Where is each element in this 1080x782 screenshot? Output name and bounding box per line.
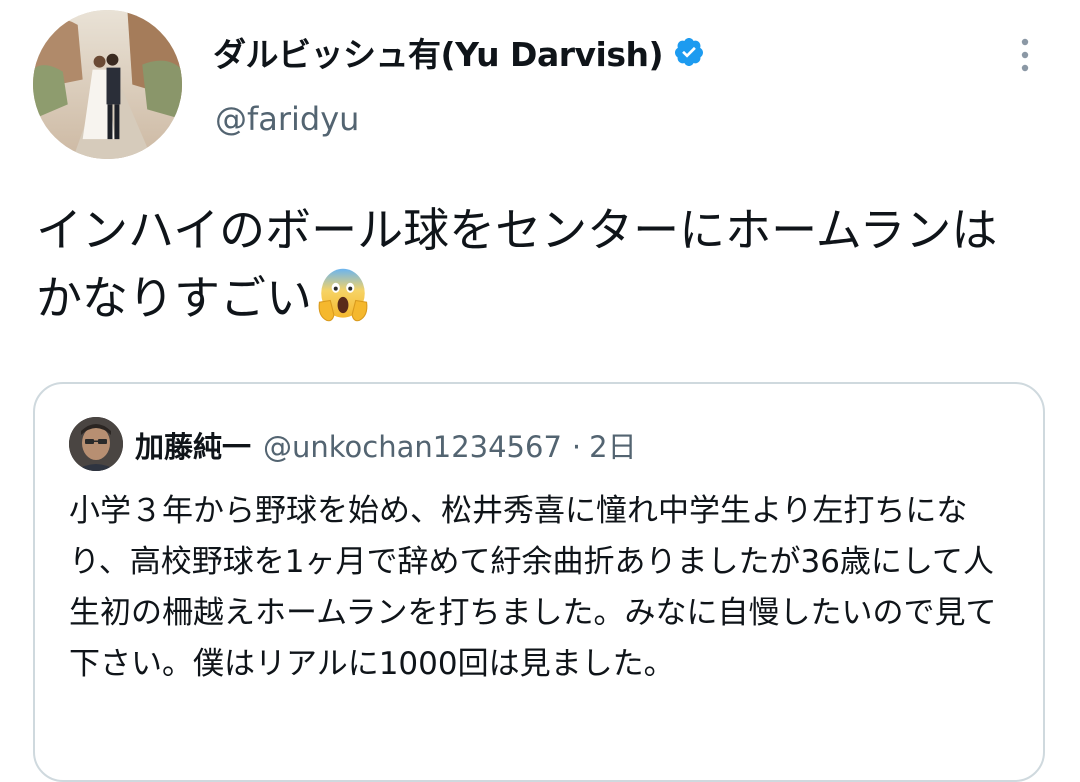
author-avatar[interactable] — [33, 10, 182, 159]
quoted-tweet-header: 加藤純一 @unkochan1234567 · 2日 — [135, 424, 637, 466]
tweet-body: インハイのボール球をセンターにホームランはかなりすごい — [36, 203, 998, 325]
verified-badge-icon — [675, 38, 704, 66]
quoted-tweet-timestamp[interactable]: 2日 — [589, 424, 636, 466]
quoted-author-handle[interactable]: @unkochan1234567 — [263, 430, 562, 464]
face-screaming-in-fear-emoji — [318, 268, 368, 322]
quoted-author-avatar[interactable] — [69, 417, 123, 471]
quoted-author-display-name[interactable]: 加藤純一 — [135, 424, 251, 466]
author-display-name[interactable]: ダルビッシュ有(Yu Darvish) — [213, 28, 664, 76]
user-photo-avatar — [69, 417, 123, 471]
header-separator: · — [571, 430, 582, 464]
tweet-text: インハイのボール球をセンターにホームランはかなりすごい — [36, 196, 1036, 332]
author-handle[interactable]: @faridyu — [215, 100, 359, 138]
author-name-row[interactable]: ダルビッシュ有(Yu Darvish) — [213, 28, 705, 76]
quoted-tweet-text: 小学３年から野球を始め、松井秀喜に憧れ中学生より左打ちになり、高校野球を1ヶ月で… — [69, 493, 997, 682]
more-vertical-icon[interactable] — [1010, 36, 1040, 74]
quoted-tweet-card[interactable]: 加藤純一 @unkochan1234567 · 2日 小学３年から野球を始め、松… — [33, 382, 1045, 782]
wedding-photo-avatar — [33, 10, 182, 159]
